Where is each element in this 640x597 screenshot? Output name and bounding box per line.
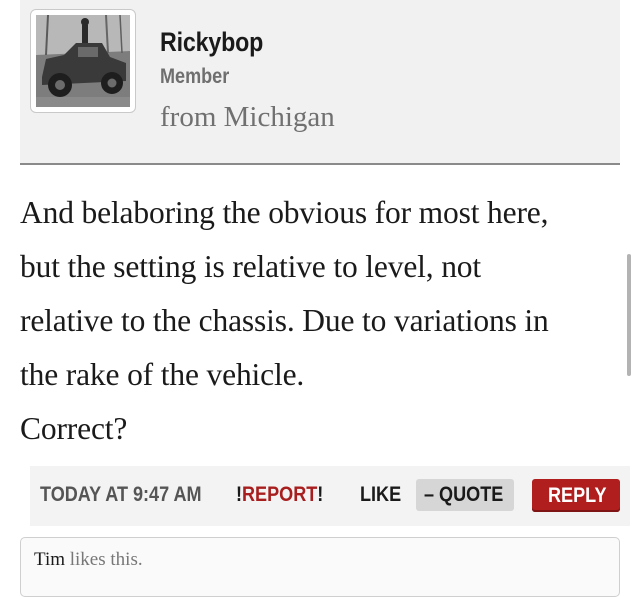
report-label: REPORT	[242, 483, 318, 506]
user-location: from Michigan	[160, 101, 335, 133]
likes-suffix: likes this.	[65, 549, 143, 570]
quote-button[interactable]: – QUOTE	[416, 479, 514, 511]
likes-summary: Tim likes this.	[20, 537, 620, 597]
likes-text: Tim likes this.	[34, 549, 143, 571]
reply-button[interactable]: REPLY	[532, 479, 620, 512]
username-link[interactable]: Rickybop	[160, 27, 263, 58]
scrollbar-thumb[interactable]	[627, 254, 631, 376]
report-suffix: !	[317, 483, 324, 506]
liker-link[interactable]: Tim	[34, 549, 65, 570]
post-timestamp[interactable]: TODAY AT 9:47 AM	[40, 483, 202, 507]
post-line: Correct?	[20, 411, 128, 446]
avatar[interactable]	[30, 9, 136, 113]
report-link[interactable]: !REPORT!	[236, 483, 323, 507]
message-actions-bar: TODAY AT 9:47 AM !REPORT! LIKE – QUOTE R…	[30, 466, 630, 526]
reply-label: REPLY	[548, 484, 607, 507]
post-line: the rake of the vehicle.	[20, 357, 305, 392]
vintage-car-photo	[36, 15, 130, 107]
user-role: Member	[160, 65, 230, 88]
quote-label: – QUOTE	[424, 483, 504, 506]
post-line: but the setting is relative to level, no…	[20, 249, 481, 284]
like-button[interactable]: LIKE	[360, 483, 401, 507]
post-body: And belaboring the obvious for most here…	[20, 186, 620, 456]
post-line: And belaboring the obvious for most here…	[20, 195, 549, 230]
avatar-photo	[36, 15, 130, 107]
post-line: relative to the chassis. Due to variatio…	[20, 303, 549, 338]
